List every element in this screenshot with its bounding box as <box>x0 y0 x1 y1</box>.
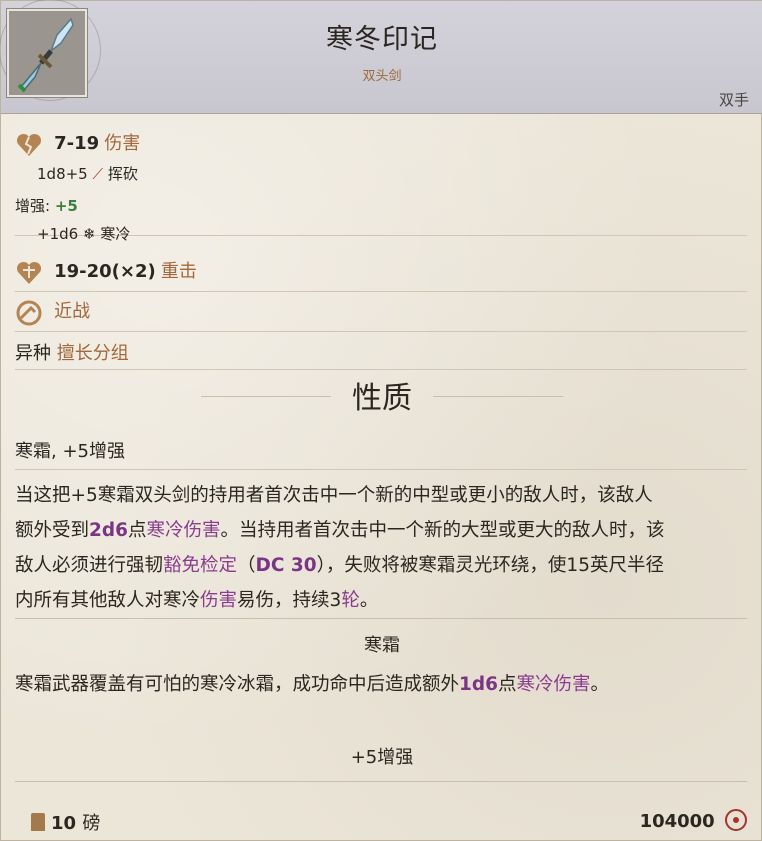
properties-tags: 寒霜, +5增强 <box>15 441 125 462</box>
saving-throw-link[interactable]: 豁免检定 <box>163 555 237 576</box>
enhance-label: 增强: <box>15 197 51 215</box>
crit-heart-icon <box>15 260 43 286</box>
properties-title: 性质 <box>352 381 412 416</box>
group-prefix: 异种 <box>15 343 51 364</box>
crit-label[interactable]: 重击 <box>161 261 197 282</box>
desc-text: 点 <box>498 674 517 695</box>
snowflake-icon: ❄ <box>82 225 96 243</box>
item-title: 寒冬印记 <box>326 24 438 55</box>
dice-keyword: 2d6 <box>89 520 129 541</box>
round-link[interactable]: 轮 <box>341 590 360 611</box>
tooltip-header: 寒冬印记 双头剑 双手 <box>0 0 762 114</box>
slash-icon: ⟋ <box>92 165 104 183</box>
enhance-value: +5 <box>54 197 78 215</box>
desc-text: （ <box>237 555 256 576</box>
desc-text: 内所有其他敌人对寒冷 <box>15 590 201 611</box>
dice-keyword: 1d6 <box>459 674 499 695</box>
item-subtitle: 双头剑 <box>362 69 402 84</box>
melee-swirl-icon <box>15 300 43 326</box>
frost-description: 寒霜武器覆盖有可怕的寒冷冰霜，成功命中后造成额外1d6点寒冷伤害。 <box>15 667 745 702</box>
weight-icon <box>31 813 45 831</box>
extra-dice: +1d6 <box>37 225 79 243</box>
damage-label[interactable]: 伤害 <box>104 133 140 154</box>
desc-text: 易伤，持续3 <box>237 590 342 611</box>
broken-heart-icon <box>15 132 43 158</box>
coin-icon <box>725 809 747 831</box>
attack-type-label[interactable]: 近战 <box>54 301 90 322</box>
attack-type-section: 近战 <box>15 293 747 332</box>
desc-text: 。 <box>590 674 610 695</box>
desc-text: 点 <box>128 520 147 541</box>
desc-text: 敌人必须进行强韧 <box>15 555 164 576</box>
extra-type: 寒冷 <box>100 225 131 243</box>
divider <box>15 781 747 782</box>
weapon-group-section: 异种 擅长分组 <box>15 335 747 370</box>
desc-text: 。 <box>359 590 379 611</box>
crit-section: 19-20(×2) 重击 <box>15 253 747 292</box>
enhance-title: +5增强 <box>350 747 414 768</box>
price-display: 104000 <box>640 809 747 832</box>
cold-damage-link[interactable]: 寒冷伤害 <box>147 520 221 541</box>
handedness-label: 双手 <box>718 91 749 109</box>
desc-text: 。当持用者首次击中一个新的大型或更大的敌人时，该 <box>220 520 665 541</box>
desc-text: 当这把+5寒霜双头剑的持用者首次击中一个新的中型或更小的敌人时，该敌人 <box>15 485 653 506</box>
cold-damage-link[interactable]: 寒冷伤害 <box>517 674 591 695</box>
crit-range: 19-20(×2) <box>54 261 156 282</box>
weight-unit: 磅 <box>82 813 101 834</box>
properties-tags-row: 寒霜, +5增强 <box>15 431 747 470</box>
frost-title: 寒霜 <box>364 635 400 656</box>
desc-text: 额外受到 <box>15 520 90 541</box>
divider <box>15 618 747 619</box>
price-value: 104000 <box>639 811 715 832</box>
damage-dice: 1d8+5 <box>37 165 88 183</box>
group-label[interactable]: 擅长分组 <box>57 343 129 364</box>
item-tooltip: 寒冬印记 双头剑 双手 7-19 伤害 1d8+5 ⟋ 挥砍 增强: +5 +1… <box>0 0 762 841</box>
desc-text: 寒霜武器覆盖有可怕的寒冷冰霜，成功命中后造成额外 <box>15 674 460 695</box>
damage-type: 挥砍 <box>107 165 138 183</box>
property-description: 当这把+5寒霜双头剑的持用者首次击中一个新的中型或更小的敌人时，该敌人 额外受到… <box>15 478 745 618</box>
damage-section: 7-19 伤害 1d8+5 ⟋ 挥砍 增强: +5 +1d6 ❄ 寒冷 <box>15 125 747 243</box>
dc-keyword: DC 30 <box>255 555 317 576</box>
weight-display: 10 磅 <box>31 809 100 835</box>
weight-value: 10 <box>51 813 77 834</box>
damage-range: 7-19 <box>54 133 100 154</box>
desc-text: ），失败将被寒霜灵光环绕，使15英尺半径 <box>316 555 664 576</box>
damage-link[interactable]: 伤害 <box>200 590 237 611</box>
